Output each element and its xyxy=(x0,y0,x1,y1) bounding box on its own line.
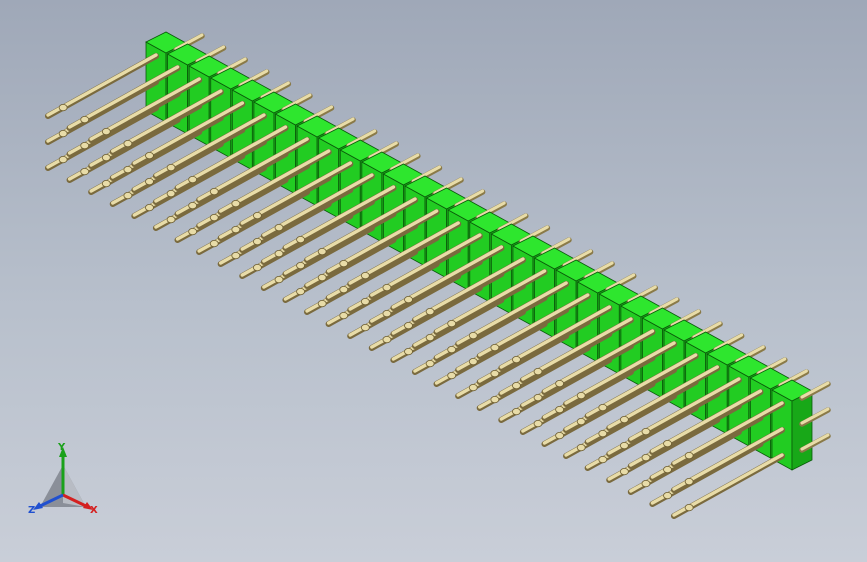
pin-header-model[interactable] xyxy=(0,0,867,562)
long-pins xyxy=(45,53,785,519)
z-axis-label: Z xyxy=(28,505,36,516)
triad-graphic xyxy=(33,447,93,510)
y-axis-label: Y xyxy=(58,442,66,453)
orientation-triad: Y X Z xyxy=(22,442,112,525)
3d-viewport[interactable]: Y X Z xyxy=(0,0,867,562)
x-axis-label: X xyxy=(90,505,98,516)
